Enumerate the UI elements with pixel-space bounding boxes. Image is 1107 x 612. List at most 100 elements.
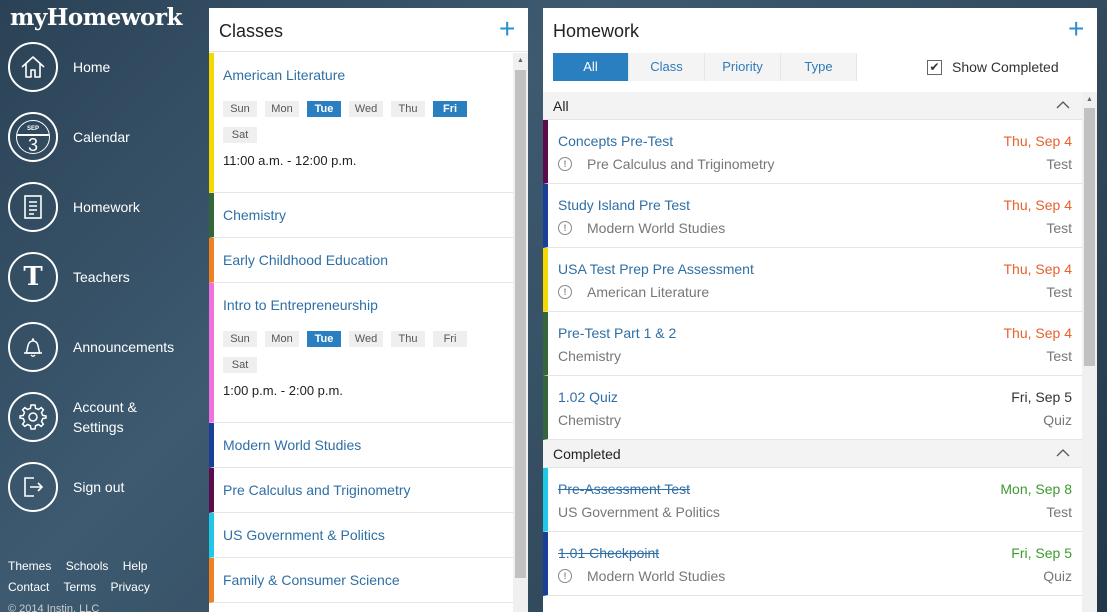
day-chip-tue: Tue: [307, 331, 341, 347]
scroll-up-arrow[interactable]: ▲: [513, 53, 528, 68]
document-icon: [8, 182, 58, 232]
homework-title[interactable]: Concepts Pre-Test: [558, 133, 673, 149]
homework-subline: Chemistry: [558, 412, 621, 428]
day-row: Sun Mon Tue Wed Thu Fri Sat: [223, 331, 483, 383]
footer-link-themes[interactable]: Themes: [8, 559, 51, 573]
homework-item[interactable]: 1.02 Quiz Chemistry Fri, Sep 5 Quiz: [543, 376, 1082, 440]
class-name[interactable]: Chemistry: [223, 207, 503, 223]
class-item[interactable]: Family & Consumer Science: [209, 558, 513, 603]
footer-link-privacy[interactable]: Privacy: [111, 580, 150, 594]
classes-title: Classes: [219, 21, 284, 41]
nav-home[interactable]: Home: [0, 37, 208, 97]
day-chip-thu: Thu: [391, 331, 425, 347]
homework-class: American Literature: [587, 284, 710, 300]
homework-item[interactable]: 1.01 Checkpoint! Modern World Studies Fri,…: [543, 532, 1082, 596]
homework-item[interactable]: USA Test Prep Pre Assessment! American Li…: [543, 248, 1082, 312]
classes-scrollbar[interactable]: ▲: [513, 53, 528, 612]
group-header[interactable]: Completed: [543, 440, 1082, 468]
class-item[interactable]: Chemistry: [209, 193, 513, 238]
class-list: American Literature Sun Mon Tue Wed Thu Fri Sat…: [209, 53, 513, 612]
class-name[interactable]: US Government & Politics: [223, 527, 503, 543]
class-time: 11:00 a.m. - 12:00 p.m.: [223, 153, 357, 168]
nav-label-line2: Settings: [73, 419, 124, 435]
priority-icon: !: [558, 157, 572, 171]
footer-links: Themes Schools Help Contact Terms Privac…: [8, 556, 161, 598]
homework-type: Test: [1046, 220, 1072, 236]
homework-title[interactable]: 1.01 Checkpoint: [558, 545, 659, 561]
nav-announcements[interactable]: Announcements: [0, 317, 208, 377]
class-item[interactable]: Pre Calculus and Triginometry: [209, 468, 513, 513]
scroll-up-arrow[interactable]: ▲: [1082, 92, 1097, 107]
homework-class: Modern World Studies: [587, 568, 726, 584]
scroll-thumb[interactable]: [515, 70, 526, 578]
homework-title[interactable]: USA Test Prep Pre Assessment: [558, 261, 754, 277]
day-chip-thu: Thu: [391, 101, 425, 117]
class-item[interactable]: US Government & Politics: [209, 513, 513, 558]
homework-item[interactable]: Study Island Pre Test ! Modern World Studi…: [543, 184, 1082, 248]
copyright: © 2014 Instin, LLC: [8, 603, 100, 612]
class-item[interactable]: Intro to Entrepreneurship Sun Mon Tue Wed Thu…: [209, 283, 513, 423]
show-completed-checkbox[interactable]: ✔: [927, 59, 942, 75]
calendar-month: SEP: [26, 126, 39, 132]
nav-label: Calendar: [73, 129, 130, 145]
class-name[interactable]: Early Childhood Education: [223, 252, 503, 268]
scroll-thumb[interactable]: [1084, 108, 1095, 366]
homework-title[interactable]: Study Island Pre Test: [558, 197, 690, 213]
nav-account-settings[interactable]: Account & Settings: [0, 387, 208, 447]
homework-subline: ! Modern World Studies: [558, 568, 725, 584]
homework-type: Quiz: [1043, 412, 1072, 428]
class-name[interactable]: American Literature: [223, 67, 503, 83]
class-name[interactable]: Modern World Studies: [223, 437, 503, 453]
group-label: All: [553, 98, 569, 114]
nav-homework[interactable]: Homework: [0, 177, 208, 237]
filter-tab-type[interactable]: Type: [781, 53, 857, 81]
teacher-icon: T: [8, 252, 58, 302]
classes-panel: Classes + American Literature Sun Mon Tue We…: [209, 8, 528, 612]
class-item[interactable]: Modern World Studies: [209, 423, 513, 468]
filter-tab-all[interactable]: All: [553, 53, 629, 81]
class-name[interactable]: Family & Consumer Science: [223, 572, 503, 588]
filter-tab-class[interactable]: Class: [629, 53, 705, 81]
homework-item[interactable]: Pre-Test Part 1 & 2 Chemistry Thu, Sep 4 Te…: [543, 312, 1082, 376]
homework-due-date: Thu, Sep 4: [1003, 261, 1073, 277]
day-chip-sun: Sun: [223, 101, 257, 117]
footer-link-help[interactable]: Help: [123, 559, 148, 573]
add-homework-button[interactable]: +: [1068, 14, 1084, 44]
filter-tab-priority[interactable]: Priority: [705, 53, 781, 81]
homework-subline: US Government & Politics: [558, 504, 720, 520]
nav-label: Home: [73, 59, 111, 75]
class-item[interactable]: American Literature Sun Mon Tue Wed Thu Fri Sat…: [209, 53, 513, 193]
priority-icon: !: [558, 569, 572, 583]
homework-subline: ! Modern World Studies: [558, 220, 725, 236]
footer-link-contact[interactable]: Contact: [8, 580, 49, 594]
classes-header: Classes +: [209, 8, 528, 52]
footer-link-schools[interactable]: Schools: [66, 559, 109, 573]
class-item[interactable]: Early Childhood Education: [209, 238, 513, 283]
nav-calendar[interactable]: SEP 3 Calendar: [0, 107, 208, 167]
homework-scrollbar[interactable]: ▲: [1082, 92, 1097, 612]
nav-label: Announcements: [73, 339, 175, 355]
collapse-caret-icon[interactable]: [1056, 446, 1070, 460]
group-header[interactable]: All: [543, 92, 1082, 120]
day-chip-sat: Sat: [223, 127, 257, 143]
day-chip-wed: Wed: [349, 331, 383, 347]
nav-sign-out[interactable]: Sign out: [0, 457, 208, 517]
show-completed-toggle[interactable]: ✔ Show Completed: [927, 59, 1059, 75]
nav-teachers[interactable]: T Teachers: [0, 247, 208, 307]
class-name[interactable]: Intro to Entrepreneurship: [223, 297, 503, 313]
class-name[interactable]: Pre Calculus and Triginometry: [223, 482, 503, 498]
collapse-caret-icon[interactable]: [1056, 98, 1070, 112]
homework-class: Chemistry: [558, 348, 622, 364]
homework-title[interactable]: 1.02 Quiz: [558, 389, 618, 405]
homework-title[interactable]: Pre-Assessment Test: [558, 481, 690, 497]
homework-item[interactable]: Concepts Pre-Test! Pre Calculus and Trigi…: [543, 120, 1082, 184]
group-label: Completed: [553, 446, 621, 462]
footer-link-terms[interactable]: Terms: [63, 580, 96, 594]
priority-icon: !: [558, 221, 572, 235]
homework-due-date: Thu, Sep 4: [1003, 133, 1073, 149]
homework-title[interactable]: Pre-Test Part 1 & 2: [558, 325, 676, 341]
app-logo: myHomework: [10, 4, 182, 31]
homework-item[interactable]: Pre-Assessment Test US Government & Polit…: [543, 468, 1082, 532]
homework-class: Chemistry: [558, 412, 622, 428]
add-class-button[interactable]: +: [499, 14, 515, 44]
